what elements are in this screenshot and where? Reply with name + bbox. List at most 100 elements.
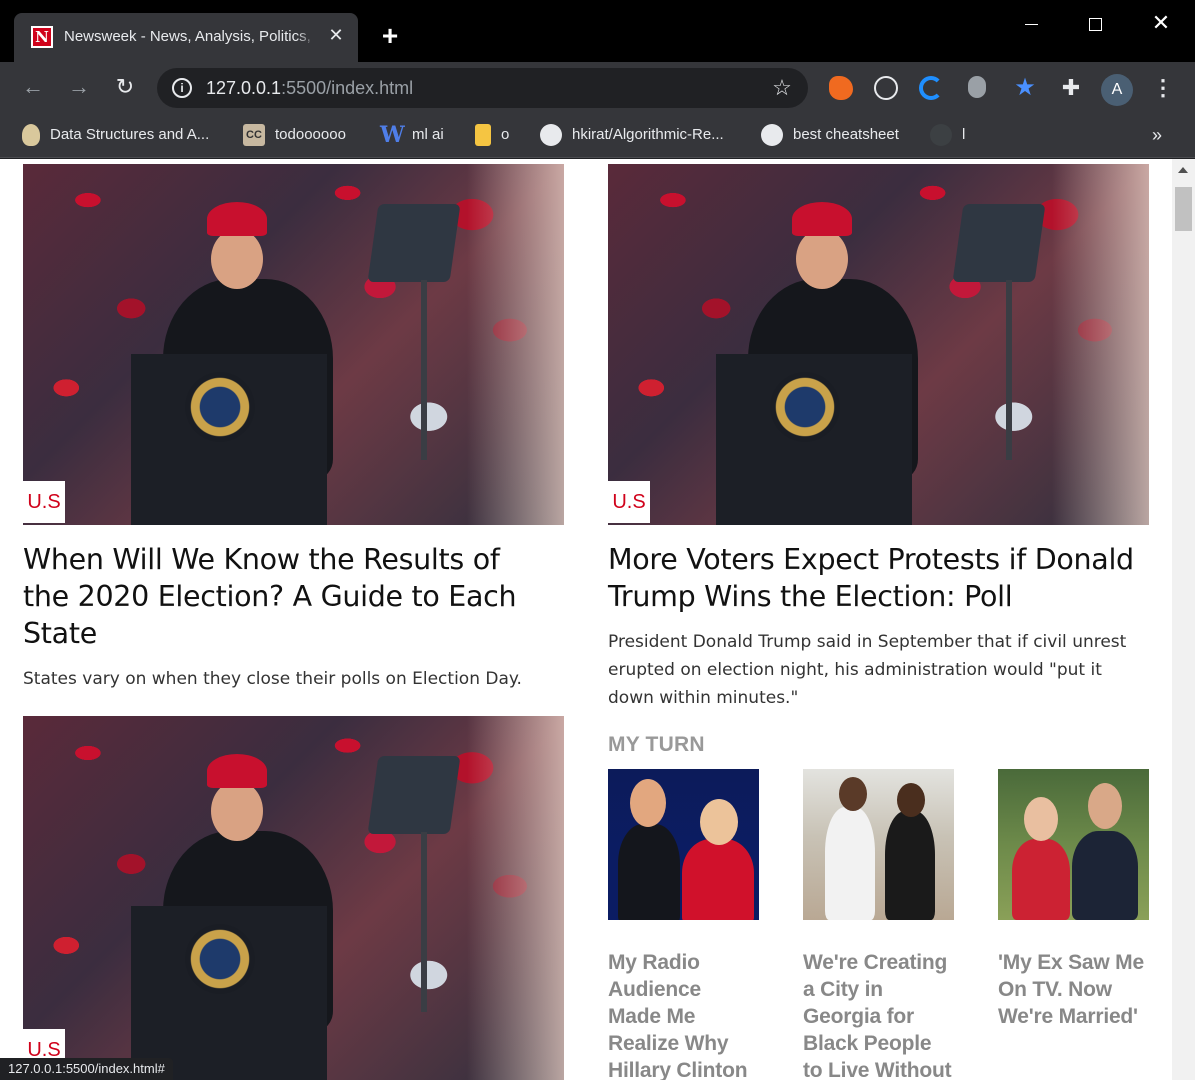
bookmark-item[interactable]: l (930, 124, 966, 147)
red-hat (792, 202, 852, 236)
teleprompter (367, 756, 461, 834)
bookmark-item[interactable]: CC todoooooo (243, 124, 346, 147)
article-headline[interactable]: More Voters Expect Protests if Donald Tr… (608, 541, 1158, 615)
bookmark-item[interactable]: o (475, 124, 510, 147)
bookmarks-bar: Data Structures and A... CC todoooooo Wml… (0, 114, 1195, 158)
bookmark-label: best cheatsheet (793, 126, 899, 143)
bookmark-label: o (501, 126, 510, 143)
folder-icon (475, 124, 491, 147)
close-window-button[interactable]: ✕ (1146, 8, 1176, 38)
forward-button[interactable]: → (66, 74, 92, 100)
figure (618, 824, 680, 920)
figure (885, 811, 935, 920)
my-turn-card-title[interactable]: We're Creating a City in Georgia for Bla… (803, 949, 954, 1080)
article-summary: President Donald Trump said in September… (608, 632, 1127, 708)
figure-head (897, 783, 925, 817)
figure-head (839, 777, 867, 811)
speaker-head (211, 781, 263, 841)
figure-head (1088, 783, 1122, 829)
teleprompter (367, 204, 461, 282)
new-tab-button[interactable]: + (376, 22, 404, 50)
more-bookmarks-icon[interactable]: » (1152, 124, 1162, 146)
page-viewport: U.S When Will We Know the Results of the… (0, 159, 1195, 1080)
bookmark-item[interactable]: hkirat/Algorithmic-Re... (540, 124, 724, 147)
url-path: :5500/index.html (281, 78, 414, 98)
figure-head (630, 779, 666, 827)
red-hat (207, 202, 267, 236)
extension-star-icon[interactable]: ★ (1013, 76, 1037, 100)
my-turn-heading[interactable]: MY TURN (608, 733, 705, 757)
bookmark-item[interactable]: Data Structures and A... (22, 124, 210, 147)
url-host: 127.0.0.1 (206, 78, 282, 98)
figure-head (700, 799, 738, 845)
vertical-scrollbar[interactable] (1172, 159, 1195, 1080)
figure (1072, 831, 1138, 920)
github-icon (930, 124, 952, 147)
site-info-icon[interactable]: i (172, 78, 192, 98)
bookmark-item[interactable]: best cheatsheet (761, 124, 899, 147)
red-hat (207, 754, 267, 788)
figure-head (1024, 797, 1058, 841)
bookmark-label: hkirat/Algorithmic-Re... (572, 126, 724, 143)
article-image[interactable]: U.S (23, 716, 564, 1080)
reload-button[interactable]: ↻ (112, 74, 138, 100)
react-devtools-icon[interactable] (874, 76, 898, 100)
minimize-window-button[interactable] (1016, 8, 1046, 38)
cc-icon: CC (243, 124, 265, 147)
profile-avatar[interactable]: A (1101, 74, 1133, 106)
maximize-window-button[interactable] (1080, 8, 1110, 38)
minimize-icon (1024, 23, 1038, 25)
github-icon (540, 124, 562, 147)
speaker-head (796, 229, 848, 289)
browser-toolbar: ← → ↻ i 127.0.0.1:5500/index.html ☆ ★ ✚ … (0, 62, 1195, 114)
scrollbar-thumb[interactable] (1175, 187, 1192, 231)
figure (682, 839, 754, 920)
presidential-seal-icon (770, 372, 840, 442)
section-tag[interactable]: U.S (23, 481, 65, 523)
my-turn-card-title[interactable]: 'My Ex Saw Me On TV. Now We're Married' (998, 949, 1149, 1030)
browser-menu-icon[interactable]: ⋮ (1152, 74, 1174, 102)
tab-close-icon[interactable]: ✕ (326, 25, 346, 45)
status-bar-url: 127.0.0.1:5500/index.html# (0, 1058, 173, 1080)
section-tag[interactable]: U.S (608, 481, 650, 523)
article-summary: States vary on when they close their pol… (23, 669, 522, 689)
newsweek-favicon-icon: N (31, 26, 53, 48)
my-turn-thumbnail[interactable] (803, 769, 954, 920)
teleprompter-pole (421, 280, 427, 460)
speaker-head (211, 229, 263, 289)
bookmark-star-icon[interactable]: ☆ (769, 75, 795, 101)
extensions-puzzle-icon[interactable]: ✚ (1059, 76, 1083, 100)
maximize-icon (1088, 17, 1102, 31)
bookmark-label: ml ai (412, 126, 444, 143)
extension-mouse-icon[interactable] (968, 76, 986, 98)
figure (825, 807, 875, 920)
article-image[interactable]: U.S (608, 164, 1149, 525)
article-headline[interactable]: When Will We Know the Results of the 202… (23, 541, 553, 652)
my-turn-thumbnail[interactable] (608, 769, 759, 920)
scroll-up-arrow-icon[interactable] (1178, 167, 1188, 173)
github-icon (761, 124, 783, 147)
bulb-icon (22, 124, 40, 147)
bookmark-item[interactable]: Wml ai (380, 124, 444, 146)
teleprompter-pole (1006, 280, 1012, 460)
presidential-seal-icon (185, 372, 255, 442)
browser-tab[interactable]: N Newsweek - News, Analysis, Politics, B… (14, 13, 358, 63)
tab-bar: N Newsweek - News, Analysis, Politics, B… (0, 0, 1195, 63)
bookmark-label: l (962, 126, 966, 143)
extension-c-icon[interactable] (919, 76, 943, 100)
url-text[interactable]: 127.0.0.1:5500/index.html (206, 78, 413, 100)
article-image[interactable]: U.S (23, 164, 564, 525)
bookmark-label: Data Structures and A... (50, 126, 210, 143)
teleprompter (952, 204, 1046, 282)
presidential-seal-icon (185, 924, 255, 994)
my-turn-card-title[interactable]: My Radio Audience Made Me Realize Why Hi… (608, 949, 759, 1080)
back-button[interactable]: ← (20, 74, 46, 100)
bookmark-label: todoooooo (275, 126, 346, 143)
teleprompter-pole (421, 832, 427, 1012)
extension-fire-icon[interactable] (829, 76, 853, 100)
address-bar[interactable]: i 127.0.0.1:5500/index.html ☆ (157, 68, 808, 108)
w-icon: W (380, 122, 405, 149)
figure (1012, 839, 1070, 920)
my-turn-thumbnail[interactable] (998, 769, 1149, 920)
tab-title: Newsweek - News, Analysis, Politics, Bus… (64, 28, 316, 48)
